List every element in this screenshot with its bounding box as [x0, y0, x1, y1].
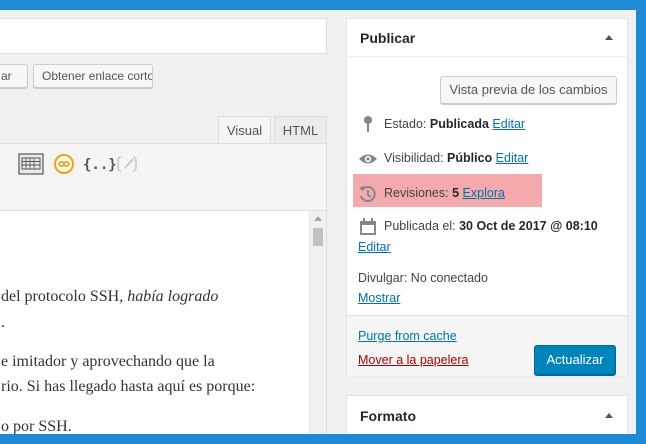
format-box: Formato [346, 395, 628, 434]
partial-button[interactable]: ar [0, 64, 28, 88]
publicize-status: Divulgar: No conectado [358, 271, 488, 285]
purge-cache-link[interactable]: Purge from cache [358, 329, 457, 343]
visibility-value: Público [447, 151, 493, 165]
format-box-title: Formato [360, 408, 416, 424]
scrollbar-thumb[interactable] [313, 228, 323, 246]
show-publicize-link[interactable]: Mostrar [358, 291, 400, 305]
tab-visual[interactable]: Visual [218, 116, 271, 144]
history-icon [358, 184, 378, 204]
calendar-icon [358, 217, 378, 237]
format-box-header[interactable]: Formato [347, 396, 627, 434]
collapse-arrow-icon[interactable] [605, 35, 613, 40]
revisions-label: Revisiones: [384, 186, 449, 200]
editor-text-line: del protocolo SSH, había logrado [1, 288, 311, 306]
editor-text-line: rio. Si has llegado hasta aquí es porque… [1, 378, 256, 395]
visibility-label: Visibilidad: [384, 151, 444, 165]
code-braces-icon[interactable]: {..} [83, 153, 117, 177]
publish-date-value: 30 Oct de 2017 @ 08:10 [459, 219, 598, 233]
status-value: Publicada [429, 117, 489, 131]
post-title-input[interactable] [0, 18, 327, 54]
status-row: Estado: Publicada Editar [384, 117, 525, 131]
update-button[interactable]: Actualizar [534, 345, 616, 375]
scroll-up-icon[interactable] [314, 216, 322, 221]
editor-text-italic: había logrado [127, 288, 219, 305]
editor-scrollbar[interactable] [309, 211, 326, 434]
publish-box-header[interactable]: Publicar [347, 19, 627, 57]
infinity-icon[interactable] [51, 153, 77, 177]
editor-text-line: e imitador y aprovechando que la [1, 353, 215, 370]
move-to-trash-link[interactable]: Mover a la papelera [358, 353, 468, 367]
editor-content-area[interactable]: del protocolo SSH, había logrado . e imi… [0, 210, 327, 434]
editor-text: del protocolo SSH, [1, 288, 128, 305]
status-label: Estado: [384, 117, 427, 131]
edit-visibility-link[interactable]: Editar [496, 151, 529, 165]
get-shortlink-button[interactable]: Obtener enlace corto [33, 64, 153, 88]
edit-status-link[interactable]: Editar [492, 117, 525, 131]
edit-date-link[interactable]: Editar [358, 240, 391, 254]
publish-box: Publicar Vista previa de los cambios Est… [346, 18, 628, 376]
disabled-link-icon [114, 153, 140, 177]
browse-revisions-link[interactable]: Explora [463, 186, 505, 200]
tab-html[interactable]: HTML [274, 116, 327, 144]
keyboard-icon[interactable] [18, 153, 44, 177]
publish-date-row: Publicada el: 30 Oct de 2017 @ 08:10 [384, 219, 598, 233]
collapse-arrow-icon[interactable] [605, 413, 613, 418]
publish-box-title: Publicar [360, 30, 416, 46]
preview-changes-button[interactable]: Vista previa de los cambios [440, 76, 617, 104]
revisions-count: 5 [452, 186, 460, 200]
editor-toolbar: {..} [0, 143, 327, 211]
pin-icon [358, 115, 378, 135]
editor-text-line: o por SSH. [1, 418, 72, 434]
visibility-row: Visibilidad: Público Editar [384, 151, 528, 165]
editor-text-line: . [1, 314, 5, 331]
revisions-row: Revisiones: 5 Explora [384, 186, 505, 200]
wp-editor-screen: ar Obtener enlace corto Visual HTML {..} [0, 10, 636, 434]
eye-icon [358, 149, 378, 169]
publish-actions: Purge from cache Mover a la papelera Act… [347, 315, 627, 376]
publish-date-label: Publicada el: [384, 219, 456, 233]
